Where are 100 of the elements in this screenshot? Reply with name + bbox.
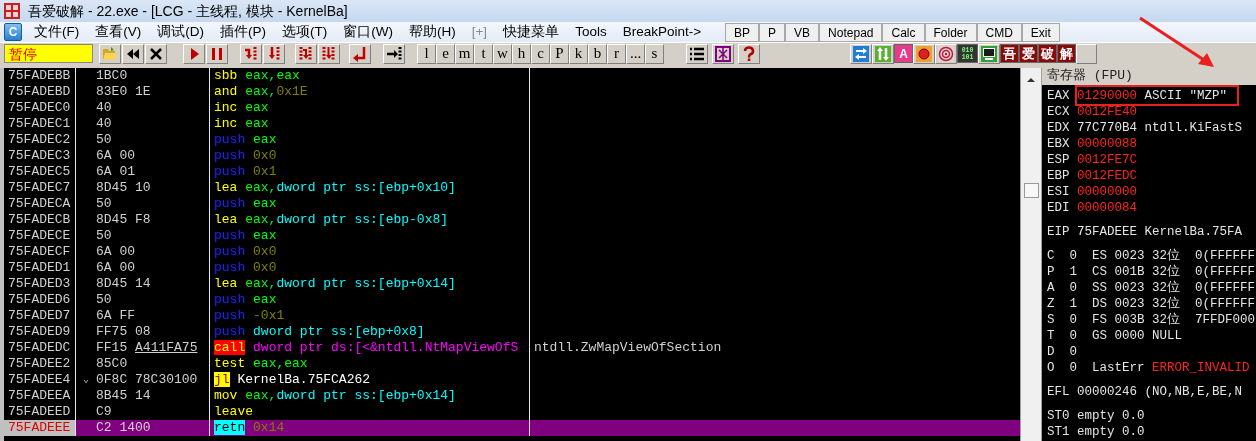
- record-button[interactable]: [913, 43, 935, 64]
- pause-button[interactable]: [206, 43, 228, 64]
- menu-item[interactable]: Tools: [567, 21, 615, 43]
- code-row[interactable]: 75FADECA 50 push eax: [4, 196, 1020, 212]
- hex-cell: FF15 A411FA75: [96, 340, 210, 356]
- address-cell: 75FADEC5: [4, 164, 76, 180]
- run-button[interactable]: [183, 43, 205, 64]
- menu-item[interactable]: 选项(T): [274, 21, 336, 43]
- code-row[interactable]: 75FADEC2 50 push eax: [4, 132, 1020, 148]
- trace-over-icon: [321, 45, 337, 62]
- menu-item[interactable]: 帮助(H): [401, 21, 464, 43]
- code-row[interactable]: 75FADECB 8D45 F8 lea eax,dword ptr ss:[ebp-0x8]: [4, 212, 1020, 228]
- menu-item[interactable]: 插件(P): [212, 21, 274, 43]
- menu-item[interactable]: 查看(V): [87, 21, 150, 43]
- close-button[interactable]: [145, 43, 167, 64]
- code-row[interactable]: 75FADECE 50 push eax: [4, 228, 1020, 244]
- hex-cell: 83E0 1E: [96, 84, 210, 100]
- menu-item[interactable]: 调试(D): [149, 21, 212, 43]
- code-row[interactable]: 75FADEC5 6A 01 push 0x1: [4, 164, 1020, 180]
- trace-over-button[interactable]: [318, 43, 340, 64]
- logo-button[interactable]: 破: [1038, 44, 1057, 63]
- code-row[interactable]: 75FADED1 6A 00 push 0x0: [4, 260, 1020, 276]
- monitor-button[interactable]: [978, 43, 1000, 64]
- letter-button[interactable]: b: [588, 43, 607, 64]
- hex-cell: 50: [96, 292, 210, 308]
- register-value: 00000246: [1077, 385, 1138, 399]
- instruction-cell: lea eax,dword ptr ss:[ebp+0x14]: [210, 276, 530, 292]
- step-over-button[interactable]: [263, 43, 285, 64]
- quick-button[interactable]: P: [759, 22, 786, 42]
- code-row[interactable]: 75FADEEA 8B45 14 mov eax,dword ptr ss:[ebp+0x14]: [4, 388, 1020, 404]
- letter-button[interactable]: t: [474, 43, 493, 64]
- letter-button[interactable]: h: [512, 43, 531, 64]
- swap-button[interactable]: [850, 43, 872, 64]
- code-row[interactable]: 75FADEC3 6A 00 push 0x0: [4, 148, 1020, 164]
- flag-value: 0: [1069, 345, 1078, 359]
- menu-item[interactable]: BreakPoint->: [614, 21, 710, 43]
- register-name: ST0: [1047, 409, 1070, 423]
- code-row[interactable]: 75FADEBD 83E0 1E and eax,0x1E: [4, 84, 1020, 100]
- open-button[interactable]: [99, 43, 121, 64]
- quick-button[interactable]: BP: [725, 22, 760, 42]
- address-cell: 75FADED3: [4, 276, 76, 292]
- address-cell: 75FADEC3: [4, 148, 76, 164]
- flag-value: 0: [1069, 361, 1078, 375]
- logo-button[interactable]: 吾: [1000, 44, 1019, 63]
- up-down-button[interactable]: [872, 43, 894, 64]
- go-to-button[interactable]: [383, 43, 405, 64]
- letter-button[interactable]: l: [417, 43, 436, 64]
- quick-button[interactable]: Calc: [882, 22, 925, 42]
- blank-button[interactable]: [1076, 43, 1097, 64]
- hex-cell: 50: [96, 132, 210, 148]
- monitor-icon: [981, 45, 997, 62]
- execute-till-return-button[interactable]: [349, 43, 371, 64]
- scrollbar[interactable]: [1020, 68, 1042, 441]
- instruction-cell: push eax: [210, 132, 530, 148]
- letter-button[interactable]: r: [607, 43, 626, 64]
- code-row[interactable]: 75FADEC1 40 inc eax: [4, 116, 1020, 132]
- code-row[interactable]: 75FADED3 8D45 14 lea eax,dword ptr ss:[ebp+0x14]: [4, 276, 1020, 292]
- a-button[interactable]: A: [894, 44, 913, 63]
- target-icon: [938, 45, 954, 62]
- letter-button[interactable]: e: [436, 43, 455, 64]
- letter-button[interactable]: P: [550, 43, 569, 64]
- quick-button[interactable]: Notepad: [819, 22, 883, 42]
- step-into-button[interactable]: [240, 43, 262, 64]
- code-row[interactable]: 75FADEC0 40 inc eax: [4, 100, 1020, 116]
- code-row[interactable]: 75FADEEE C2 1400 retn 0x14: [4, 420, 1020, 436]
- menu-item[interactable]: 快捷菜单: [495, 21, 568, 43]
- code-row[interactable]: 75FADED7 6A FF push -0x1: [4, 308, 1020, 324]
- menu-item[interactable]: 文件(F): [26, 21, 88, 43]
- letter-button[interactable]: ...: [626, 43, 645, 64]
- quick-button[interactable]: Folder: [924, 22, 977, 42]
- letter-button[interactable]: w: [493, 43, 512, 64]
- letter-button[interactable]: m: [455, 43, 474, 64]
- code-row[interactable]: 75FADED6 50 push eax: [4, 292, 1020, 308]
- code-row[interactable]: 75FADEC7 8D45 10 lea eax,dword ptr ss:[ebp+0x10]: [4, 180, 1020, 196]
- logo-button[interactable]: 爱: [1019, 44, 1038, 63]
- menu-item[interactable]: 窗口(W): [335, 21, 401, 43]
- register-comment: ASCII "MZP": [1144, 89, 1228, 103]
- quick-button[interactable]: CMD: [976, 22, 1022, 42]
- code-row[interactable]: 75FADEDC FF15 A411FA75 call dword ptr ds:[<&ntdll.NtMapViewOfS ntdll.ZwMapViewOfSection: [4, 340, 1020, 356]
- quick-button[interactable]: Exit: [1021, 22, 1060, 42]
- letter-button[interactable]: c: [531, 43, 550, 64]
- letter-button[interactable]: s: [645, 43, 664, 64]
- help-button[interactable]: [738, 43, 760, 64]
- scroll-thumb[interactable]: [1024, 183, 1039, 198]
- restart-button[interactable]: [122, 43, 144, 64]
- grid-button[interactable]: [712, 43, 734, 64]
- quick-button[interactable]: VB: [785, 22, 820, 42]
- scroll-up-icon[interactable]: [1026, 76, 1036, 84]
- trace-into-button[interactable]: [295, 43, 317, 64]
- logo-button[interactable]: 解: [1057, 44, 1076, 63]
- hex-cell: 8D45 14: [96, 276, 210, 292]
- list-button[interactable]: [686, 43, 708, 64]
- letter-button[interactable]: k: [569, 43, 588, 64]
- code-row[interactable]: 75FADECF 6A 00 push 0x0: [4, 244, 1020, 260]
- instruction-cell: push eax: [210, 196, 530, 212]
- code-row[interactable]: 75FADEE4 ⌄ 0F8C 78C30100 jl KernelBa.75FCA262: [4, 372, 1020, 388]
- target-button[interactable]: [935, 43, 957, 64]
- register-name: ESP: [1047, 153, 1070, 167]
- code-row[interactable]: 75FADEBB 1BC0 sbb eax,eax: [4, 68, 1020, 84]
- address-cell: 75FADEEA: [4, 388, 76, 404]
